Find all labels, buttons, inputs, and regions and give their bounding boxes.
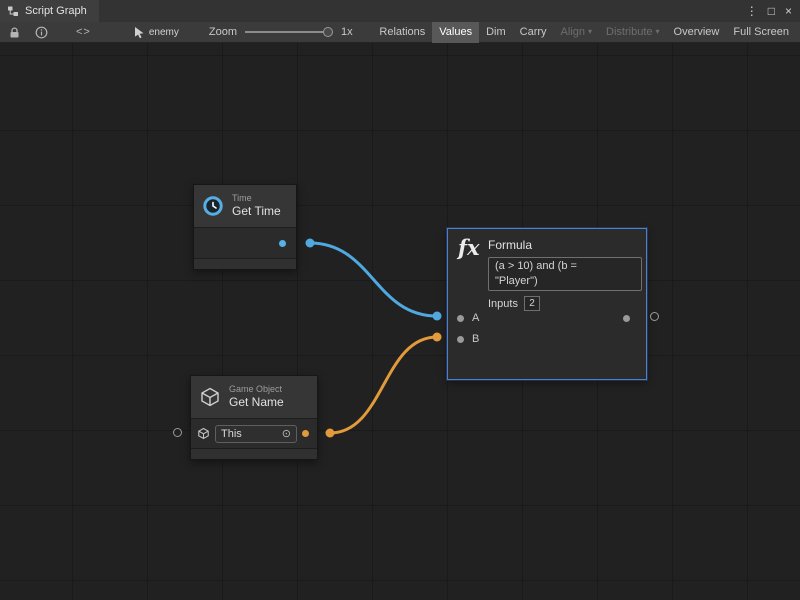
node-formula[interactable]: fx Formula (a > 10) and (b = "Player") I…: [447, 228, 647, 380]
formula-result-open-port[interactable]: [650, 312, 659, 321]
window-title: Script Graph: [25, 5, 87, 17]
target-object-value: This: [221, 428, 242, 440]
get-name-output-port[interactable]: [302, 430, 309, 437]
zoom-label: Zoom: [209, 26, 237, 38]
node-get-time[interactable]: Time Get Time: [193, 184, 297, 270]
get-time-output-port[interactable]: [279, 240, 286, 247]
node-title: Get Time: [232, 204, 281, 218]
zoom-value: 1x: [341, 26, 353, 38]
align-button[interactable]: Align▾: [554, 22, 599, 43]
connections-layer: [0, 43, 800, 600]
formula-input-b-label: B: [472, 333, 479, 345]
distribute-button[interactable]: Distribute ▾: [599, 22, 666, 43]
pointer-icon: [133, 26, 145, 39]
get-name-header[interactable]: Game Object Get Name: [191, 376, 317, 419]
carry-button[interactable]: Carry: [513, 22, 554, 43]
get-name-footer: [191, 448, 317, 459]
formula-expression-input[interactable]: (a > 10) and (b = "Player"): [488, 257, 642, 291]
lock-icon[interactable]: [8, 26, 21, 39]
relations-button[interactable]: Relations: [372, 22, 432, 43]
align-button-label: Align: [561, 26, 585, 38]
get-time-header[interactable]: Time Get Time: [194, 185, 296, 228]
wire-endpoint-blue[interactable]: [306, 239, 315, 248]
graph-canvas[interactable]: Time Get Time Game Object Get Name: [0, 43, 800, 600]
get-name-target-open-port[interactable]: [173, 428, 182, 437]
get-name-target-row: This ⊙: [191, 419, 317, 448]
overview-button[interactable]: Overview: [667, 22, 727, 43]
node-title: Get Name: [229, 395, 284, 409]
wire-getname-to-formula-b[interactable]: [330, 337, 437, 433]
chevron-down-icon: ▾: [656, 27, 660, 36]
values-button[interactable]: Values: [432, 22, 479, 43]
node-category: Time: [232, 193, 281, 204]
formula-row-b: B: [457, 331, 637, 347]
formula-input-a-port[interactable]: [457, 315, 464, 322]
wire-gettime-to-formula-a[interactable]: [310, 243, 437, 316]
maximize-icon[interactable]: □: [768, 5, 775, 17]
wire-endpoint-orange[interactable]: [433, 333, 442, 342]
inputs-count-field[interactable]: 2: [524, 296, 540, 311]
object-picker-icon[interactable]: ⊙: [282, 427, 291, 440]
wire-endpoint-blue[interactable]: [433, 312, 442, 321]
wire-endpoint-orange[interactable]: [326, 429, 335, 438]
formula-input-a-label: A: [472, 312, 479, 324]
graph-icon: [7, 5, 19, 17]
tab-script-graph[interactable]: Script Graph: [0, 0, 99, 22]
chevron-down-icon: ▾: [588, 27, 592, 36]
zoom-slider-handle[interactable]: [323, 27, 333, 37]
get-name-labels: Game Object Get Name: [229, 384, 284, 409]
kebab-menu-icon[interactable]: ⋮: [746, 5, 758, 17]
graph-name: enemy: [149, 27, 179, 38]
clock-icon: [202, 195, 224, 217]
node-category: Game Object: [229, 384, 284, 395]
formula-row-a: A: [457, 310, 637, 326]
expression-line-2: "Player"): [495, 274, 635, 289]
titlebar: Script Graph ⋮ □ ×: [0, 0, 800, 22]
distribute-button-label: Distribute: [606, 26, 652, 38]
graph-toolbar: <> enemy Zoom 1x Relations Values Dim Ca…: [0, 22, 800, 43]
formula-input-b-port[interactable]: [457, 336, 464, 343]
get-time-port-row: [194, 228, 296, 258]
formula-inputs-row: Inputs 2: [488, 296, 540, 311]
get-time-footer: [194, 258, 296, 269]
code-icon[interactable]: <>: [76, 26, 91, 38]
close-icon[interactable]: ×: [785, 5, 792, 17]
full-screen-button[interactable]: Full Screen: [726, 22, 796, 43]
formula-output-port[interactable]: [623, 315, 630, 322]
info-icon[interactable]: [35, 26, 48, 39]
window-controls: ⋮ □ ×: [746, 0, 800, 22]
dim-button[interactable]: Dim: [479, 22, 513, 43]
zoom-slider[interactable]: [245, 27, 331, 37]
expression-line-1: (a > 10) and (b =: [495, 259, 635, 274]
script-graph-window: Script Graph ⋮ □ × <> e: [0, 0, 800, 600]
zoom-slider-track: [245, 31, 331, 33]
fx-icon: fx: [458, 235, 480, 260]
get-time-labels: Time Get Time: [232, 193, 281, 218]
cube-icon: [197, 427, 210, 440]
cube-icon: [199, 386, 221, 408]
inputs-label: Inputs: [488, 298, 518, 310]
node-title: Formula: [488, 238, 532, 252]
target-object-field[interactable]: This ⊙: [215, 425, 297, 443]
node-get-name[interactable]: Game Object Get Name This ⊙: [190, 375, 318, 460]
